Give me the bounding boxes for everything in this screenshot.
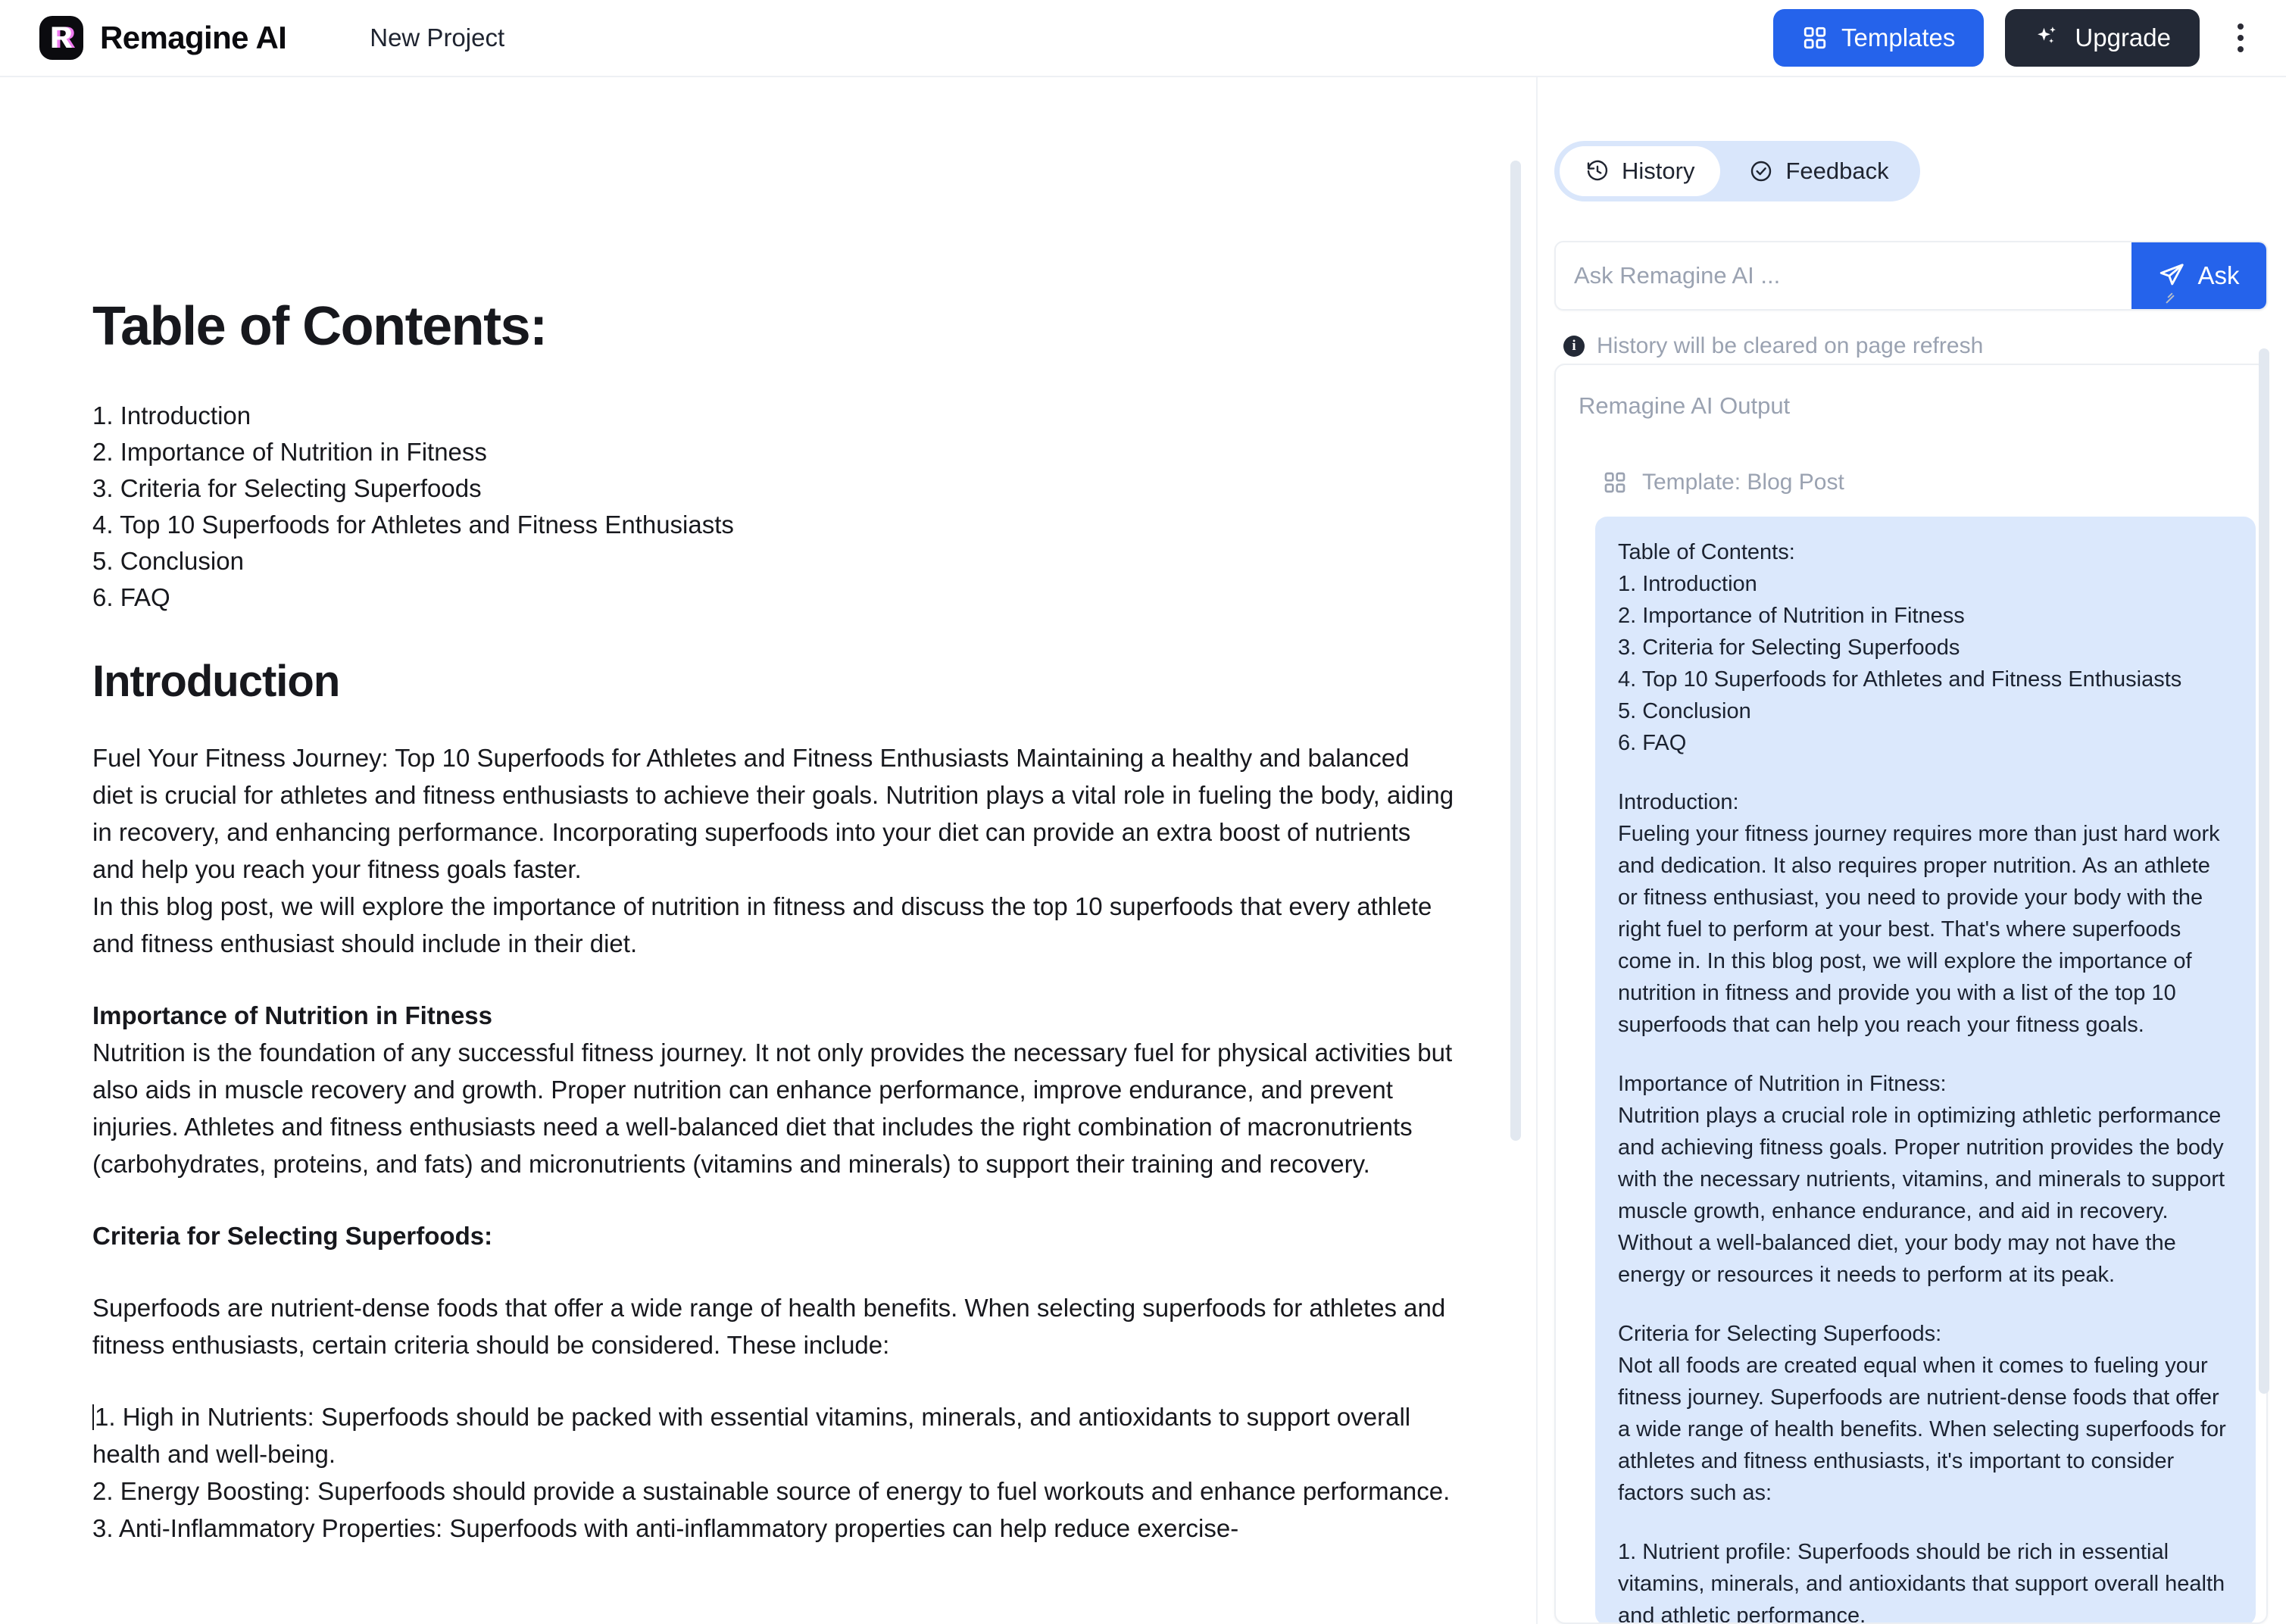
send-icon	[2158, 262, 2185, 289]
output-toc-item: 1. Introduction	[1618, 572, 1757, 596]
textarea-resize-handle[interactable]	[2163, 291, 2177, 304]
brand-logo[interactable]: R Remagine AI	[39, 16, 287, 60]
output-toc-item: 3. Criteria for Selecting Superfoods	[1618, 636, 1960, 660]
templates-button[interactable]: Templates	[1773, 9, 1985, 67]
brand-name: Remagine AI	[100, 20, 287, 55]
document-paragraph-intro-2: In this blog post, we will explore the i…	[92, 892, 1432, 957]
toc-item: 2. Importance of Nutrition in Fitness	[92, 438, 487, 467]
project-name[interactable]: New Project	[370, 23, 504, 52]
output-toc-item: 4. Top 10 Superfoods for Athletes and Fi…	[1618, 667, 2182, 692]
document-scroll-area[interactable]: Table of Contents: 1. Introduction 2. Im…	[0, 77, 1524, 1624]
logo-letter: R	[51, 21, 73, 55]
output-toc-title: Table of Contents:	[1618, 540, 1795, 564]
kebab-dot	[2238, 46, 2244, 52]
upgrade-button[interactable]: Upgrade	[2005, 9, 2200, 67]
output-toc-item: 5. Conclusion	[1618, 699, 1751, 723]
output-criteria-item-block: 1. Nutrient profile: Superfoods should b…	[1618, 1536, 2233, 1624]
output-criteria-body: Not all foods are created equal when it …	[1618, 1354, 2226, 1505]
toc-item: 6. FAQ	[92, 583, 170, 612]
output-criteria-item-1: 1. Nutrient profile: Superfoods should b…	[1618, 1540, 2225, 1624]
ask-row: Ask	[1554, 241, 2268, 311]
ask-input[interactable]	[1556, 242, 2131, 309]
history-clear-note: i History will be cleared on page refres…	[1563, 333, 1983, 359]
ask-button-label: Ask	[2197, 261, 2240, 289]
text-cursor	[92, 1404, 94, 1430]
kebab-dot	[2238, 35, 2244, 41]
document-criteria-item-1: 1. High in Nutrients: Superfoods should …	[92, 1398, 1456, 1473]
output-importance-block: Importance of Nutrition in Fitness: Nutr…	[1618, 1068, 2233, 1291]
history-icon	[1585, 159, 1610, 183]
document-heading-introduction: Introduction	[92, 657, 340, 707]
ai-output-title: Remagine AI Output	[1579, 392, 1791, 419]
toc-item: 5. Conclusion	[92, 547, 244, 576]
output-criteria-label: Criteria for Selecting Superfoods:	[1618, 1322, 1942, 1346]
output-toc-item: 2. Importance of Nutrition in Fitness	[1618, 604, 1965, 628]
upgrade-button-label: Upgrade	[2075, 23, 2171, 52]
info-icon: i	[1563, 336, 1585, 357]
templates-button-label: Templates	[1841, 23, 1956, 52]
ai-panel-scrollbar[interactable]	[2259, 348, 2269, 1394]
ai-panel-tabs: History Feedback	[1554, 141, 1920, 201]
output-criteria-block: Criteria for Selecting Superfoods: Not a…	[1618, 1318, 2233, 1509]
tab-feedback[interactable]: Feedback	[1723, 146, 1914, 196]
document-subheading-criteria: Criteria for Selecting Superfoods:	[92, 1221, 493, 1250]
output-intro-label: Introduction:	[1618, 790, 1739, 814]
document-editor[interactable]: Table of Contents: 1. Introduction 2. Im…	[92, 296, 1456, 1547]
document-scrollbar[interactable]	[1510, 161, 1521, 1141]
output-importance-label: Importance of Nutrition in Fitness:	[1618, 1072, 1947, 1096]
document-paragraph-criteria: Superfoods are nutrient-dense foods that…	[92, 1293, 1446, 1359]
ask-button[interactable]: Ask	[2131, 242, 2266, 309]
grid-icon	[1603, 470, 1627, 495]
tab-feedback-label: Feedback	[1785, 158, 1889, 184]
ai-output-card: Remagine AI Output Template: Blog Post T…	[1554, 364, 2268, 1624]
output-intro-body: Fueling your fitness journey requires mo…	[1618, 822, 2220, 1037]
output-toc-item: 6. FAQ	[1618, 731, 1687, 755]
sparkles-icon	[2034, 24, 2061, 52]
history-clear-note-text: History will be cleared on page refresh	[1597, 333, 1984, 358]
toc-item: 3. Criteria for Selecting Superfoods	[92, 474, 482, 503]
toc-item: 4. Top 10 Superfoods for Athletes and Fi…	[92, 511, 734, 539]
top-bar-actions: Templates Upgrade	[1773, 9, 2256, 67]
top-bar: R Remagine AI New Project Templates Upgr…	[0, 0, 2286, 77]
document-paragraph-importance: Nutrition is the foundation of any succe…	[92, 1038, 1453, 1178]
template-row: Template: Blog Post	[1603, 470, 1844, 495]
document-title: Table of Contents:	[92, 296, 548, 357]
document-criteria-item-2: 2. Energy Boosting: Superfoods should pr…	[92, 1476, 1451, 1505]
output-toc-block: Table of Contents: 1. Introduction 2. Im…	[1618, 536, 2233, 759]
ai-side-panel: History Feedback Ask i	[1538, 77, 2286, 1624]
grid-icon	[1802, 25, 1828, 51]
toc-item: 1. Introduction	[92, 401, 251, 430]
tab-history-label: History	[1622, 158, 1695, 184]
tab-history[interactable]: History	[1560, 146, 1721, 196]
ai-output-message[interactable]: Table of Contents: 1. Introduction 2. Im…	[1595, 517, 2256, 1624]
document-criteria-item-3: 3. Anti-Inflammatory Properties: Superfo…	[92, 1513, 1239, 1542]
output-intro-block: Introduction: Fueling your fitness journ…	[1618, 786, 2233, 1041]
more-options-icon[interactable]	[2225, 17, 2256, 59]
criteria-item-1-text: 1. High in Nutrients: Superfoods should …	[92, 1402, 1411, 1468]
remagine-logo-icon: R	[39, 16, 83, 60]
document-subheading-importance: Importance of Nutrition in Fitness	[92, 1001, 493, 1029]
document-toc: 1. Introduction 2. Importance of Nutriti…	[92, 398, 1456, 616]
kebab-dot	[2238, 23, 2244, 30]
check-circle-icon	[1749, 159, 1773, 183]
document-paragraph-intro-1: Fuel Your Fitness Journey: Top 10 Superf…	[92, 743, 1454, 883]
output-importance-body: Nutrition plays a crucial role in optimi…	[1618, 1104, 2225, 1287]
template-label: Template: Blog Post	[1642, 470, 1844, 495]
